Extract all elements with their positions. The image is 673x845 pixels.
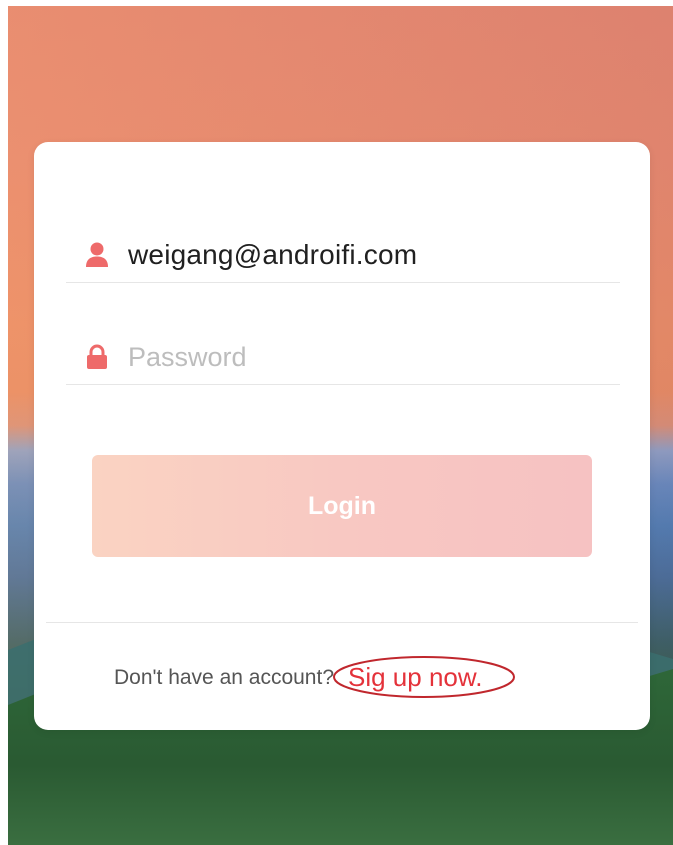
signup-link[interactable]: Sig up now.	[333, 655, 515, 698]
signup-link-label: Sig up now.	[348, 661, 483, 692]
user-icon	[84, 242, 110, 268]
email-field[interactable]: weigang@androifi.com	[66, 228, 620, 283]
login-card: weigang@androifi.com Login Don't have an…	[34, 142, 650, 730]
password-input[interactable]	[128, 341, 568, 373]
login-button[interactable]: Login	[92, 455, 592, 557]
email-value[interactable]: weigang@androifi.com	[128, 239, 417, 271]
password-field[interactable]	[66, 330, 620, 385]
divider	[46, 622, 638, 623]
signup-prompt: Don't have an account?	[114, 666, 334, 689]
signup-row: Don't have an account? Sig up now.	[114, 655, 515, 698]
lock-icon	[84, 344, 110, 370]
